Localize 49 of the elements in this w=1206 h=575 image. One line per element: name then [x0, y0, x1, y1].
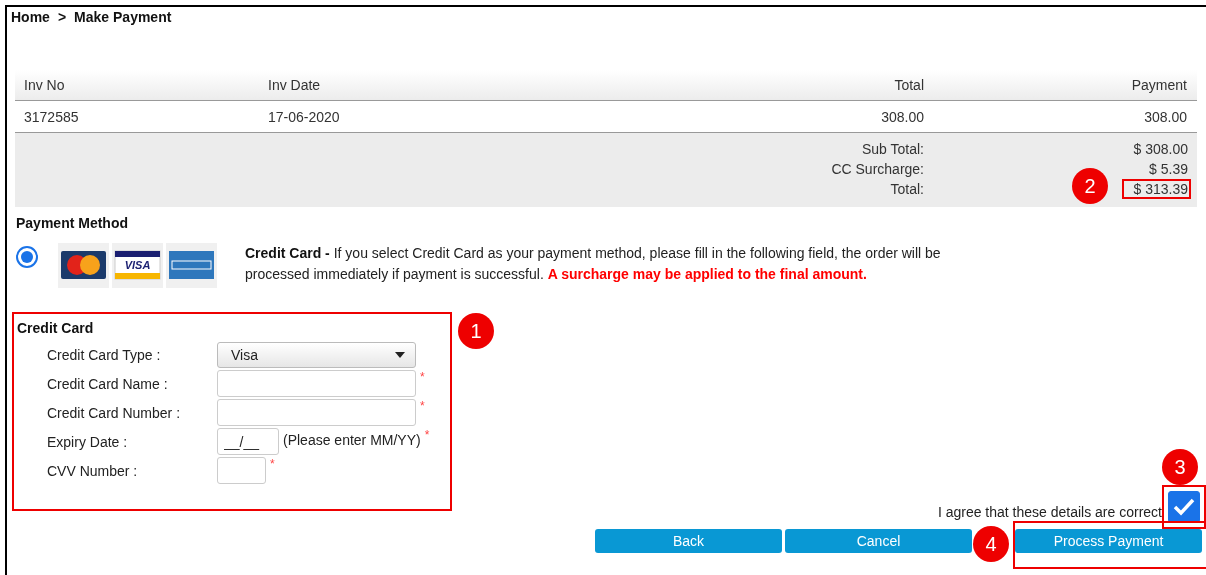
table-cell-text: 308.00 [880, 108, 925, 125]
cvv-field[interactable] [217, 457, 266, 484]
expiry-field[interactable]: __/__ [217, 428, 279, 455]
action-button[interactable]: Cancel [785, 529, 972, 553]
required-mark: * [424, 428, 430, 442]
breadcrumb-item: Home [11, 9, 50, 25]
field-label: Credit Card Type : [47, 346, 162, 363]
payment-description: Credit Card - If you select Credit Card as your payment method, please fill in the following field, the order will be processed immediately if payment is successful. A surcharge may be applied to the final amount. [245, 244, 942, 284]
field-label: Expiry Date : [47, 433, 129, 450]
agree-label: I agree that these details are correct [937, 504, 1162, 520]
field-hint: (Please enter MM/YY) [283, 432, 421, 448]
section-title: Payment Method [16, 215, 129, 231]
column-header: Payment [1130, 77, 1188, 93]
card-type-dropdown[interactable]: Visa [217, 341, 416, 368]
mastercard-logo [58, 243, 109, 288]
caret-icon [395, 351, 405, 358]
radio-button[interactable] [16, 246, 38, 268]
summary-label: Sub Total: [861, 140, 925, 159]
breadcrumb-item: Make Payment [74, 9, 172, 25]
callout-badge: 3 [1162, 449, 1198, 485]
summary-value: $ 308.00 [1132, 140, 1189, 159]
column-header: Inv Date [267, 77, 322, 93]
input-field[interactable] [217, 370, 416, 397]
summary-label: CC Surcharge: [830, 160, 925, 179]
visa-logo: VISA [112, 243, 163, 288]
callout-badge: 4 [973, 526, 1009, 562]
breadcrumb-item: > [57, 9, 67, 25]
callout-badge: 1 [458, 313, 494, 349]
section-title: Credit Card [17, 320, 95, 336]
required-mark: * [420, 370, 425, 384]
checkmark-icon [1173, 498, 1195, 516]
column-header: Total [893, 77, 925, 93]
amex-logo [166, 243, 217, 288]
summary-label: Total: [889, 180, 925, 199]
action-button[interactable]: Back [595, 529, 782, 553]
table-cell-text: 17-06-2020 [267, 108, 341, 125]
required-mark: * [270, 457, 275, 471]
input-field[interactable] [217, 399, 416, 426]
required-mark: * [420, 399, 425, 413]
summary-value: $ 313.39 [1121, 179, 1191, 199]
column-header: Inv No [23, 77, 66, 93]
table-cell-text: 308.00 [1143, 108, 1188, 125]
field-label: Credit Card Name : [47, 375, 169, 392]
action-button[interactable]: Process Payment [1015, 529, 1202, 553]
table-cell-text: 3172585 [23, 108, 80, 125]
agree-checkbox[interactable] [1168, 491, 1200, 523]
field-label: Credit Card Number : [47, 404, 182, 421]
field-label: CVV Number : [47, 462, 139, 479]
summary-value: $ 5.39 [1148, 160, 1189, 179]
